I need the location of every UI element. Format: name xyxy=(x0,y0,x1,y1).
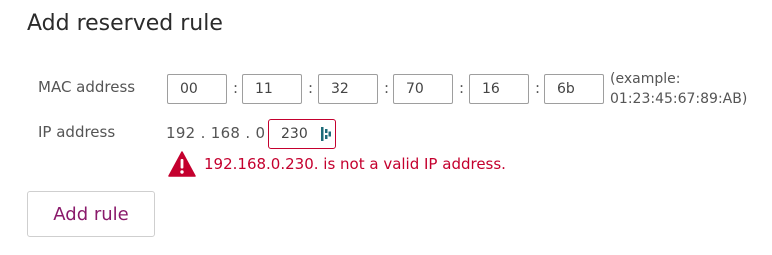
page-title: Add reserved rule xyxy=(27,11,223,36)
mac-separator: : xyxy=(233,79,239,97)
mac-octet-4-input[interactable] xyxy=(393,74,453,104)
ip-error-message: 192.168.0.230. is not a valid IP address… xyxy=(168,150,506,178)
mac-example-line-2: 01:23:45:67:89:AB) xyxy=(610,91,748,107)
mac-octet-5-input[interactable] xyxy=(469,74,529,104)
warning-triangle-icon xyxy=(168,151,196,177)
mac-example-line-1: (example: xyxy=(610,71,681,87)
mac-address-label: MAC address xyxy=(38,78,136,96)
add-rule-button[interactable]: Add rule xyxy=(27,191,155,237)
mac-separator: : xyxy=(384,79,390,97)
mac-octet-2-input[interactable] xyxy=(242,74,302,104)
mac-separator: : xyxy=(459,79,465,97)
mac-octet-3-input[interactable] xyxy=(318,74,378,104)
error-text: 192.168.0.230. is not a valid IP address… xyxy=(204,155,506,173)
ip-address-label: IP address xyxy=(38,123,116,141)
mac-separator: : xyxy=(308,79,314,97)
mac-octet-1-input[interactable] xyxy=(167,74,227,104)
mac-octet-6-input[interactable] xyxy=(544,74,604,104)
ip-last-octet-input[interactable] xyxy=(269,120,319,147)
ip-prefix-text: 192 . 168 . 0 . xyxy=(166,124,276,142)
mac-separator: : xyxy=(535,79,541,97)
mac-example-hint: (example: 01:23:45:67:89:AB) xyxy=(610,69,747,109)
ip-last-octet-field[interactable] xyxy=(268,119,336,149)
autofill-extension-icon[interactable] xyxy=(321,126,331,142)
